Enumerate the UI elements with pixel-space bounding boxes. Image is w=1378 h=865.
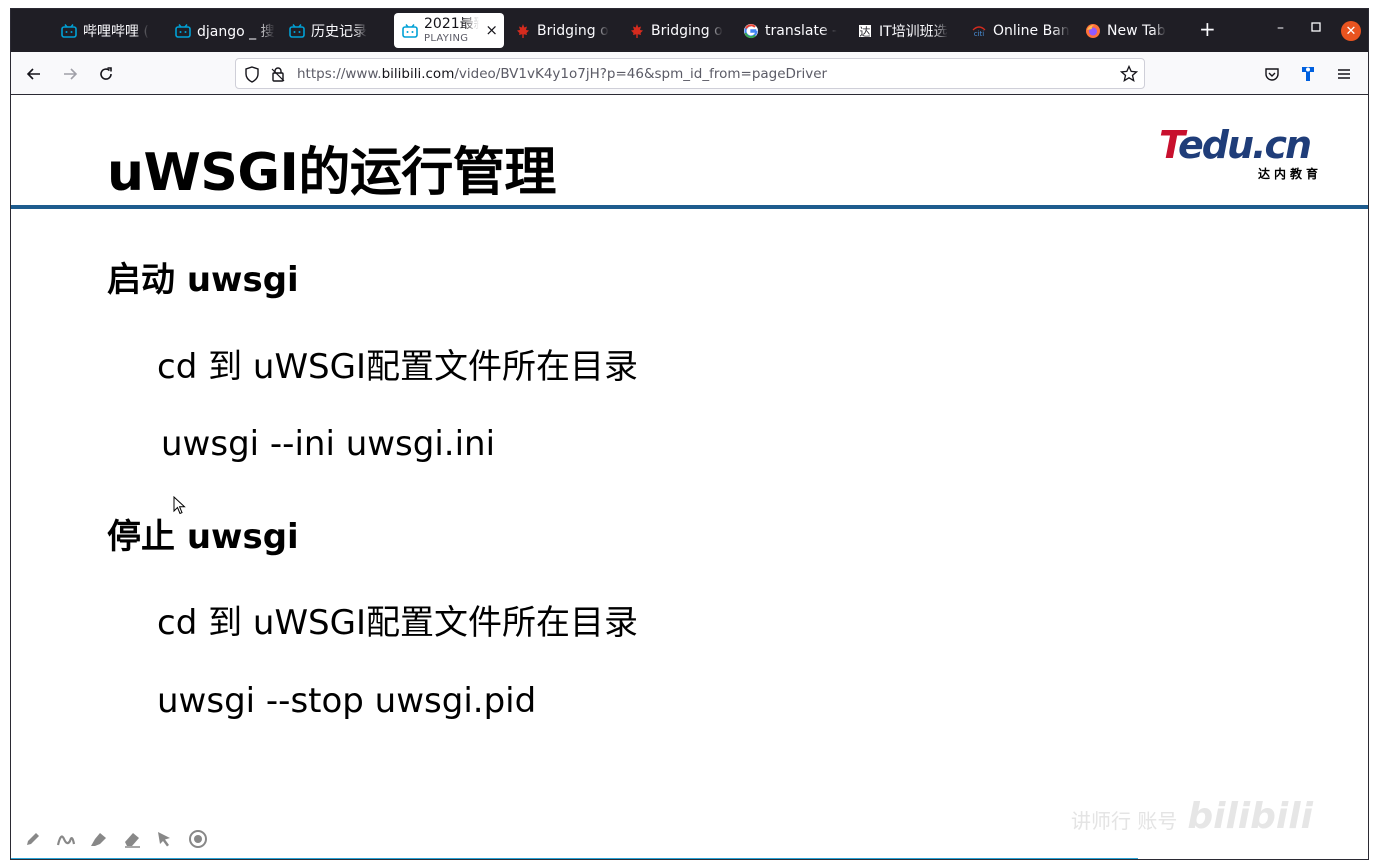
- logo-subtitle: 达内教育: [1257, 167, 1322, 181]
- bilibili-icon: [402, 23, 418, 39]
- tab-label: New Tab: [1107, 23, 1166, 39]
- back-arrow-icon: [26, 68, 40, 80]
- svg-text:citi: citi: [974, 30, 985, 37]
- annotation-toolbar: [23, 829, 208, 849]
- start-step-command: uwsgi --ini uwsgi.ini: [161, 424, 496, 464]
- pocket-button[interactable]: [1261, 63, 1283, 85]
- firefox-icon: [1085, 23, 1101, 39]
- tab-history[interactable]: 历史记录: [289, 14, 389, 48]
- tab-bridging-1[interactable]: Bridging o: [515, 14, 615, 48]
- stop-step-command: uwsgi --stop uwsgi.pid: [157, 681, 537, 721]
- video-progress-line[interactable]: [11, 858, 1138, 859]
- navigation-bar: https://www.bilibili.com/video/BV1vK4y1o…: [11, 52, 1368, 95]
- section-heading-start: 启动 uwsgi: [107, 260, 299, 300]
- url-text[interactable]: https://www.bilibili.com/video/BV1vK4y1o…: [297, 66, 827, 82]
- bilibili-icon: [175, 23, 191, 39]
- new-tab-button[interactable]: +: [1199, 19, 1216, 39]
- extension-button[interactable]: [1297, 63, 1319, 85]
- bookmark-star-icon[interactable]: [1119, 64, 1139, 87]
- tab-bridging-2[interactable]: Bridging o: [629, 14, 729, 48]
- tedu-logo: Tedu.cn 达内教育: [1159, 126, 1324, 186]
- pointer-icon[interactable]: [155, 829, 175, 849]
- tab-django-search[interactable]: django _ 搜: [175, 14, 275, 48]
- url-prefix: https://www.: [297, 66, 382, 82]
- tab-playing-label: PLAYING: [424, 33, 469, 44]
- forward-button[interactable]: [59, 63, 81, 85]
- shield-icon[interactable]: [244, 66, 260, 87]
- close-tab-icon[interactable]: ×: [485, 23, 498, 38]
- maple-leaf-icon: [629, 23, 645, 39]
- record-icon[interactable]: [188, 829, 208, 849]
- citi-icon: citi: [971, 23, 987, 39]
- menu-button[interactable]: [1333, 63, 1355, 85]
- tab-online-banking[interactable]: citi Online Ban: [971, 14, 1071, 48]
- tab-label: Bridging o: [651, 23, 723, 39]
- bilibili-icon: [289, 23, 305, 39]
- url-path: /video/BV1vK4y1o7jH?p=46&spm_id_from=pag…: [454, 66, 828, 82]
- maple-leaf-icon: [515, 23, 531, 39]
- tab-label: 哔哩哔哩 (: [83, 24, 149, 40]
- minimize-button[interactable]: –: [1277, 21, 1284, 35]
- pen-icon[interactable]: [23, 829, 43, 849]
- maximize-button[interactable]: [1311, 21, 1321, 35]
- browser-window: 哔哩哔哩 ( django _ 搜 历史记录 2021最新 PLAYING ×: [10, 8, 1369, 860]
- tab-label: IT培训班选: [879, 24, 948, 40]
- tab-label: Online Ban: [993, 23, 1070, 39]
- bilibili-watermark: 讲师行 账号 bilibili: [1071, 796, 1313, 837]
- tab-translate[interactable]: translate -: [743, 14, 843, 48]
- stop-step-cd: cd 到 uWSGI配置文件所在目录: [157, 603, 639, 643]
- pocket-icon: [1265, 68, 1279, 81]
- tab-active-video[interactable]: 2021最新 PLAYING ×: [394, 13, 504, 48]
- title-divider: [11, 205, 1368, 209]
- address-bar[interactable]: https://www.bilibili.com/video/BV1vK4y1o…: [235, 58, 1145, 89]
- watermark-brand: bilibili: [1187, 796, 1313, 837]
- tab-label: Bridging o: [537, 23, 609, 39]
- highlighter-icon[interactable]: [89, 829, 109, 849]
- tab-it-training[interactable]: 达 IT培训班选: [857, 14, 957, 48]
- tab-strip: 哔哩哔哩 ( django _ 搜 历史记录 2021最新 PLAYING ×: [11, 9, 1368, 52]
- tab-label: django _ 搜: [197, 24, 275, 40]
- slide-content: uWSGI的运行管理 Tedu.cn 达内教育 启动 uwsgi cd 到 uW…: [11, 96, 1368, 859]
- tab-active-text: 2021最新 PLAYING: [424, 17, 479, 44]
- tab-label: 历史记录: [311, 24, 367, 40]
- back-button[interactable]: [23, 63, 45, 85]
- extension-icon: [1302, 67, 1314, 81]
- curve-icon[interactable]: [56, 829, 76, 849]
- start-step-cd: cd 到 uWSGI配置文件所在目录: [157, 347, 639, 387]
- google-icon: [743, 23, 759, 39]
- slide-title: uWSGI的运行管理: [107, 143, 556, 203]
- eraser-icon[interactable]: [122, 829, 142, 849]
- section-heading-stop: 停止 uwsgi: [107, 517, 299, 557]
- svg-text:达: 达: [860, 26, 871, 39]
- tab-label: translate -: [765, 23, 838, 39]
- forward-arrow-icon: [64, 68, 78, 80]
- tab-bilibili-home[interactable]: 哔哩哔哩 (: [61, 14, 161, 48]
- logo-wordmark: Tedu.cn: [1159, 123, 1312, 167]
- reload-icon: [100, 67, 112, 80]
- hamburger-menu-icon: [1338, 69, 1350, 79]
- tab-label: 2021最新: [424, 17, 479, 31]
- close-window-button[interactable]: ✕: [1341, 21, 1361, 41]
- watermark-text: 讲师行 账号: [1071, 809, 1178, 833]
- tarena-icon: 达: [857, 23, 873, 39]
- tab-new-tab[interactable]: New Tab: [1085, 14, 1185, 48]
- lock-icon[interactable]: [270, 66, 286, 87]
- reload-button[interactable]: [95, 63, 117, 85]
- url-host: bilibili.com: [381, 66, 455, 82]
- bilibili-icon: [61, 23, 77, 39]
